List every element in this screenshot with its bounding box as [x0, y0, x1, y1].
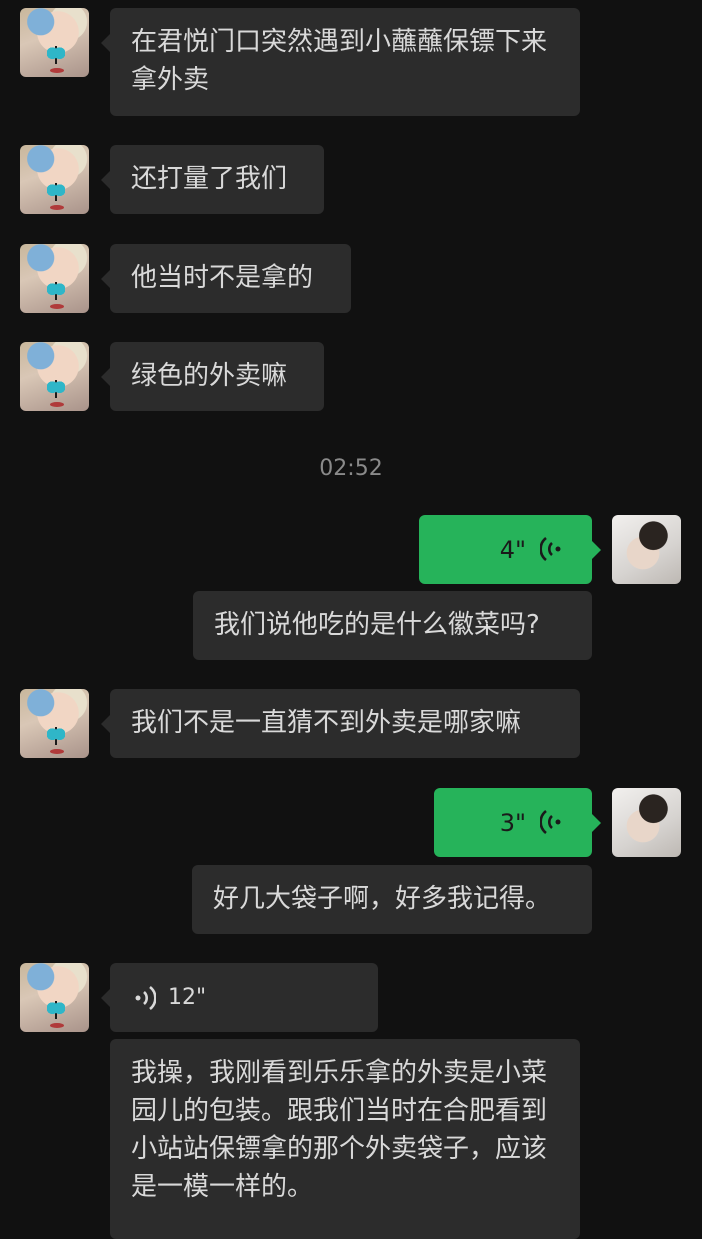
message-bubble-incoming[interactable]: 在君悦门口突然遇到小蘸蘸保镖下来拿外卖 [101, 8, 580, 116]
avatar-contact[interactable] [20, 244, 89, 313]
avatar-contact[interactable] [20, 8, 89, 77]
voice-transcript: 我们说他吃的是什么徽菜吗? [193, 591, 592, 660]
transcript-text: 我操，我刚看到乐乐拿的外卖是小菜园儿的包装。跟我们当时在合肥看到小站站保镖拿的那… [131, 1058, 548, 1202]
voice-transcript: 我操，我刚看到乐乐拿的外卖是小菜园儿的包装。跟我们当时在合肥看到小站站保镖拿的那… [110, 1039, 580, 1239]
message-text: 在君悦门口突然遇到小蘸蘸保镖下来拿外卖 [131, 27, 548, 95]
voice-duration: 3" [499, 809, 526, 837]
message-bubble-incoming[interactable]: 他当时不是拿的 [101, 244, 351, 313]
voice-wave-icon [135, 985, 156, 1011]
message-text: 他当时不是拿的 [131, 263, 314, 293]
message-text: 还打量了我们 [131, 164, 288, 194]
voice-message-outgoing[interactable]: 3" [434, 788, 601, 857]
avatar-contact[interactable] [20, 963, 89, 1032]
transcript-text: 好几大袋子啊，好多我记得。 [213, 884, 552, 914]
avatar-contact[interactable] [20, 145, 89, 214]
voice-duration: 12" [168, 985, 207, 1010]
timestamp-label: 02:52 [319, 456, 383, 481]
voice-message-outgoing[interactable]: 4" [419, 515, 601, 584]
message-bubble-incoming[interactable]: 绿色的外卖嘛 [101, 342, 324, 411]
voice-message-incoming[interactable]: 12" [101, 963, 378, 1032]
avatar-self[interactable] [612, 515, 681, 584]
avatar-contact[interactable] [20, 689, 89, 758]
voice-wave-icon [540, 536, 561, 562]
message-text: 我们不是一直猜不到外卖是哪家嘛 [131, 708, 522, 738]
voice-transcript: 好几大袋子啊，好多我记得。 [192, 865, 592, 934]
voice-wave-icon [540, 809, 561, 835]
avatar-contact[interactable] [20, 342, 89, 411]
message-text: 绿色的外卖嘛 [131, 361, 288, 391]
message-bubble-incoming[interactable]: 我们不是一直猜不到外卖是哪家嘛 [101, 689, 580, 758]
message-bubble-incoming[interactable]: 还打量了我们 [101, 145, 324, 214]
avatar-self[interactable] [612, 788, 681, 857]
transcript-text: 我们说他吃的是什么徽菜吗? [214, 610, 540, 640]
voice-duration: 4" [499, 536, 526, 564]
